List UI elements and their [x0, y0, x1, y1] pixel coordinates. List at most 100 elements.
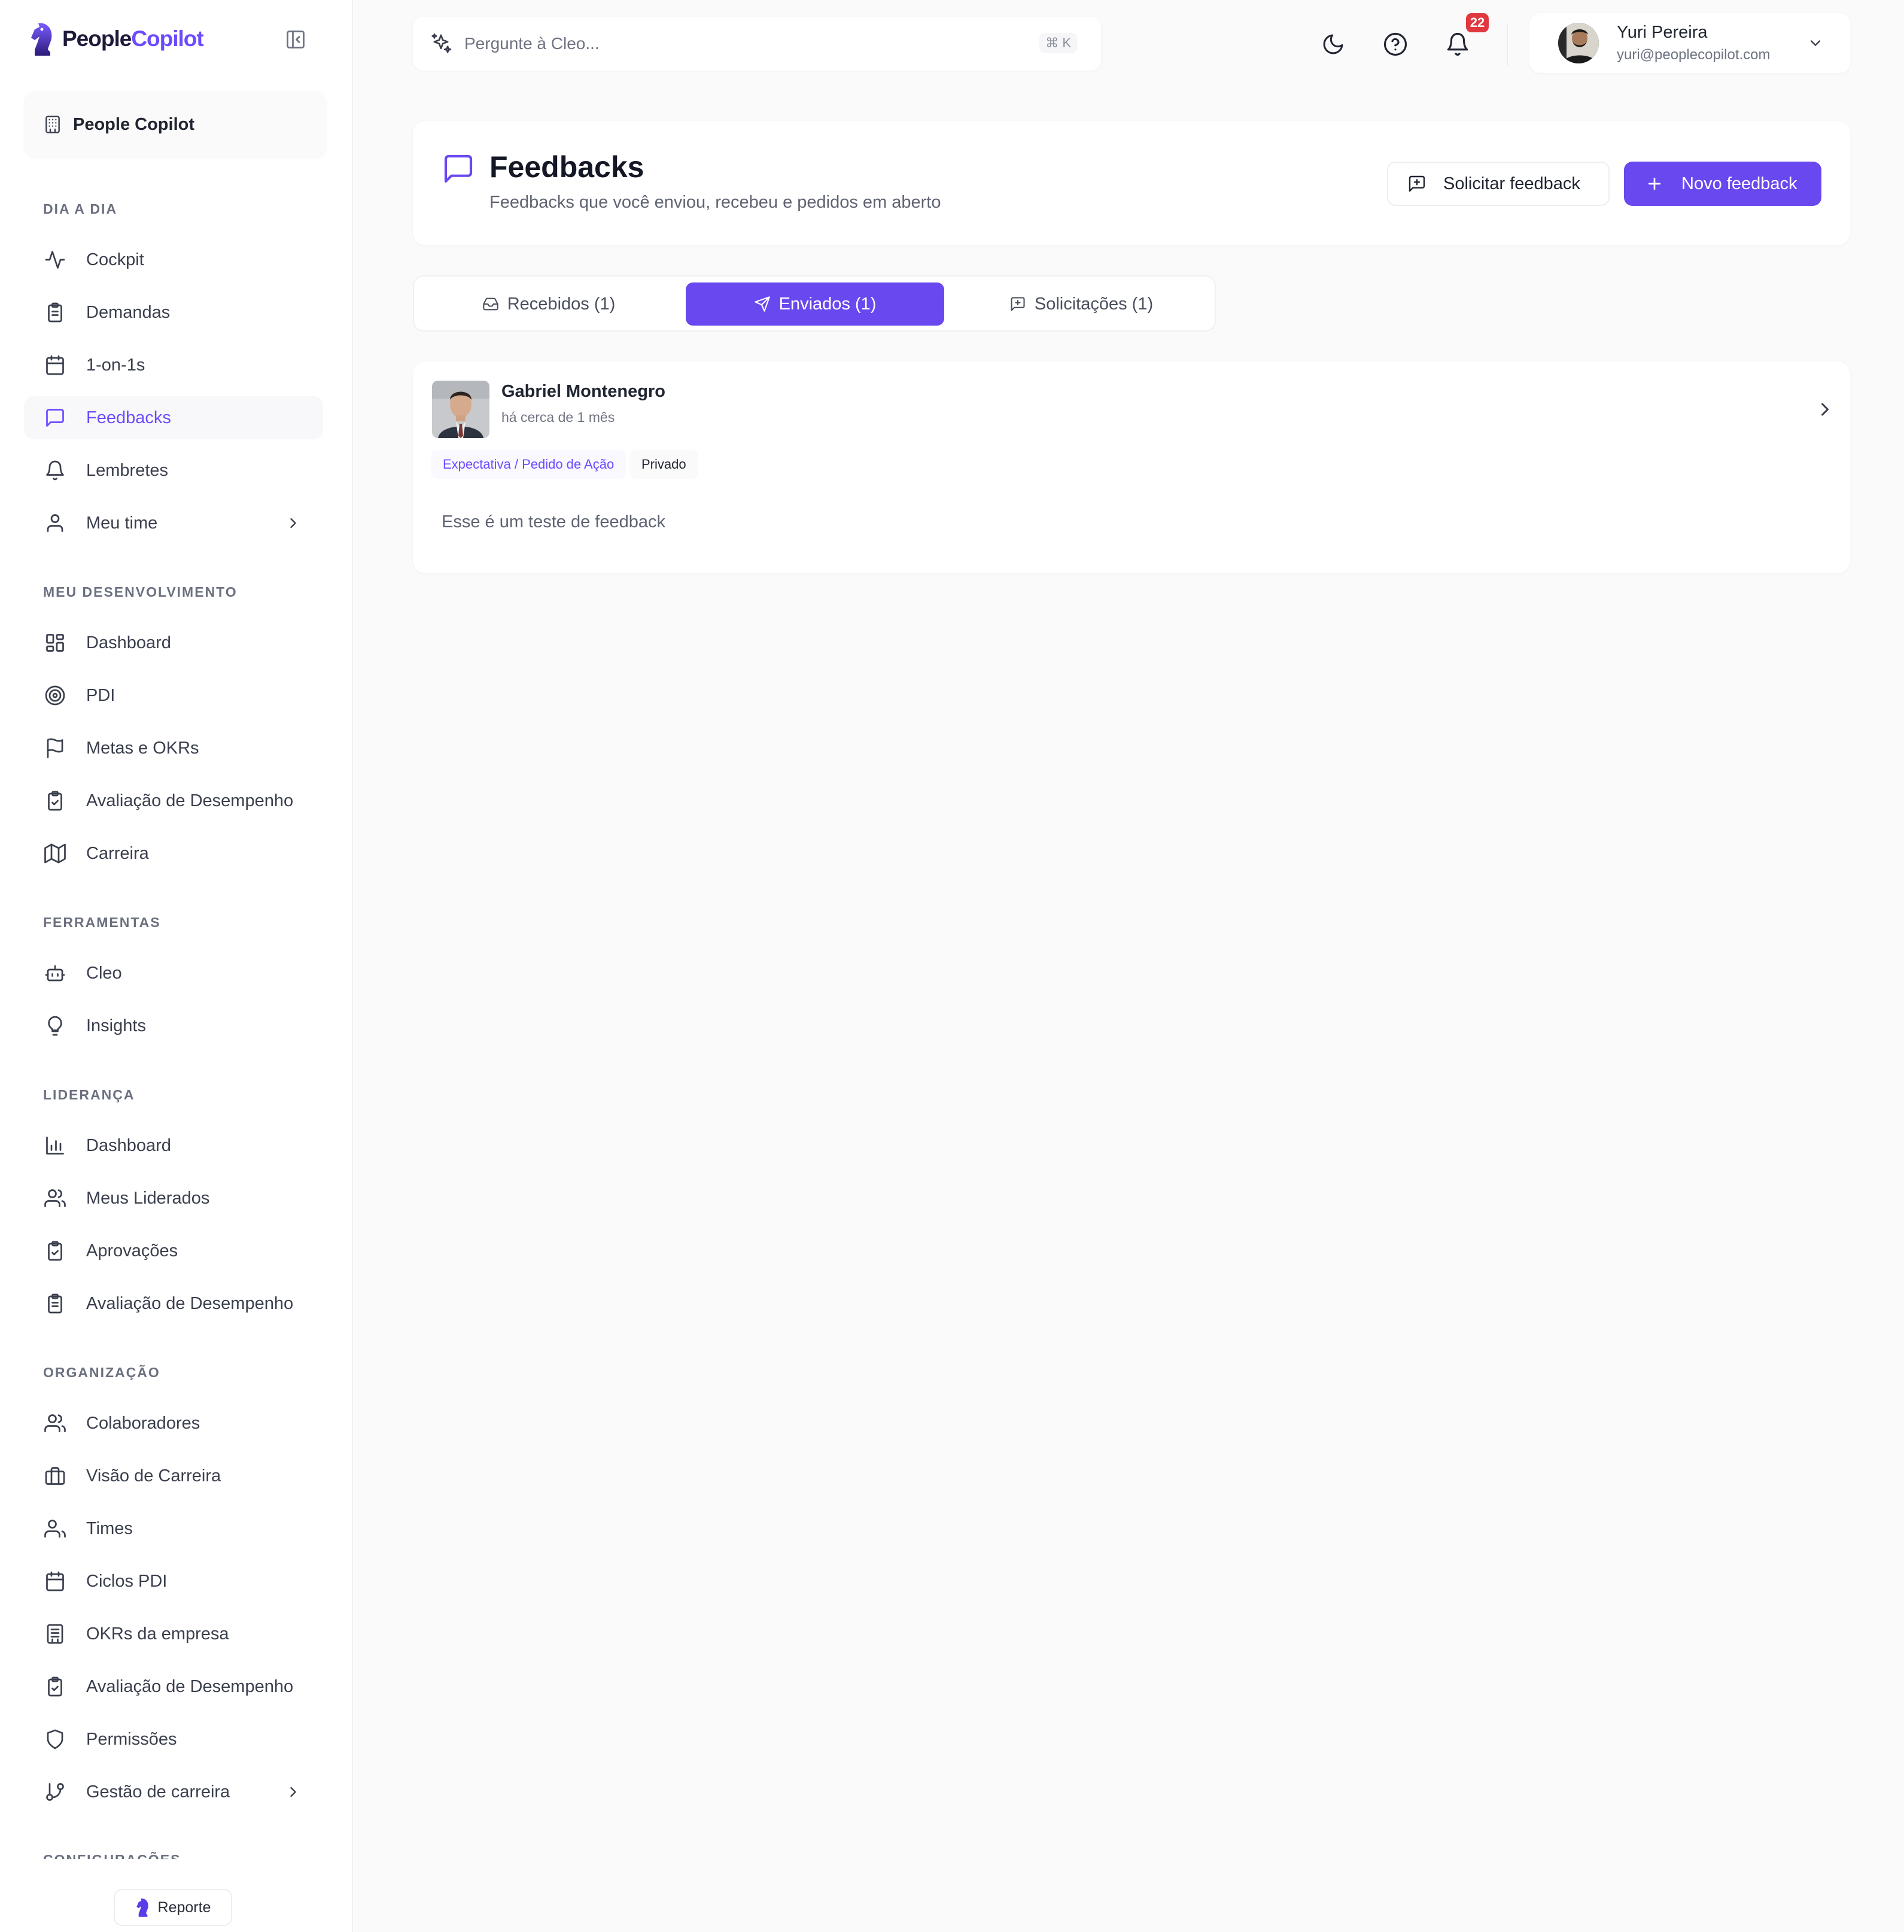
chevron-right-icon[interactable]: [1811, 395, 1839, 424]
user-email: yuri@peoplecopilot.com: [1617, 47, 1771, 63]
sidebar-item-label: Meu time: [86, 513, 158, 533]
shield-icon: [43, 1727, 67, 1751]
sidebar-item-ciclos-pdi[interactable]: Ciclos PDI: [24, 1560, 323, 1603]
users-icon: [43, 1517, 67, 1541]
building-icon: [43, 1622, 67, 1646]
sidebar-item-label: Meus Liderados: [86, 1188, 210, 1208]
section-title-dia-a-dia: DIA A DIA: [43, 201, 118, 217]
page-subtitle: Feedbacks que você enviou, recebeu e ped…: [489, 193, 941, 212]
organization-selector[interactable]: People Copilot: [24, 91, 327, 158]
collapse-sidebar-button[interactable]: [281, 25, 310, 54]
sidebar-item-avaliacao-desempenho[interactable]: Avaliação de Desempenho: [24, 779, 323, 822]
flag-icon: [43, 736, 67, 760]
tab-recebidos[interactable]: Recebidos (1): [420, 282, 677, 326]
sidebar-item-demandas[interactable]: Demandas: [24, 291, 323, 334]
sidebar-item-metas-okrs[interactable]: Metas e OKRs: [24, 727, 323, 770]
sidebar-item-okrs-empresa[interactable]: OKRs da empresa: [24, 1612, 323, 1655]
sidebar-item-visao-carreira[interactable]: Visão de Carreira: [24, 1454, 323, 1497]
section-title-lideranca: LIDERANÇA: [43, 1087, 135, 1102]
tab-enviados[interactable]: Enviados (1): [686, 282, 944, 326]
feedback-text: Esse é um teste de feedback: [442, 512, 665, 531]
new-feedback-label: Novo feedback: [1681, 174, 1797, 193]
sidebar-item-meus-liderados[interactable]: Meus Liderados: [24, 1177, 323, 1220]
sidebar-item-label: Avaliação de Desempenho: [86, 791, 294, 810]
sidebar-item-lembretes[interactable]: Lembretes: [24, 449, 323, 492]
sidebar-item-carreira[interactable]: Carreira: [24, 832, 323, 875]
tab-solicitacoes[interactable]: Solicitações (1): [953, 282, 1210, 326]
sidebar-item-colaboradores[interactable]: Colaboradores: [24, 1402, 323, 1445]
help-circle-icon: [1383, 32, 1407, 56]
send-icon: [754, 296, 770, 312]
search-input[interactable]: [464, 34, 1003, 53]
notification-count-badge: 22: [1466, 13, 1489, 32]
sidebar-item-lideranca-avaliacao[interactable]: Avaliação de Desempenho: [24, 1282, 323, 1325]
sidebar-item-dashboard[interactable]: Dashboard: [24, 621, 323, 664]
request-feedback-button[interactable]: Solicitar feedback: [1387, 162, 1610, 206]
sidebar-item-times[interactable]: Times: [24, 1507, 323, 1550]
sidebar-item-cockpit[interactable]: Cockpit: [24, 238, 323, 281]
sidebar-item-label: Avaliação de Desempenho: [86, 1293, 294, 1313]
sidebar-item-meu-time[interactable]: Meu time: [24, 502, 323, 545]
moon-icon: [1323, 34, 1343, 54]
sidebar: PeopleCopilot People Copilot DIA A DIA C…: [0, 0, 353, 1932]
sidebar-item-label: Cleo: [86, 963, 122, 983]
new-feedback-button[interactable]: Novo feedback: [1624, 162, 1821, 206]
target-icon: [43, 684, 67, 707]
chevron-right-icon[interactable]: [281, 1780, 305, 1804]
sidebar-item-label: Dashboard: [86, 633, 171, 652]
sidebar-item-insights[interactable]: Insights: [24, 1004, 323, 1047]
sidebar-item-label: Gestão de carreira: [86, 1782, 230, 1802]
page-header: Feedbacks Feedbacks que você enviou, rec…: [413, 121, 1850, 245]
notifications-button[interactable]: [1441, 28, 1474, 61]
feedback-tabs: Recebidos (1) Enviados (1) Solicitações …: [413, 275, 1216, 332]
brand-logo[interactable]: PeopleCopilot: [29, 18, 204, 60]
users-icon: [43, 1186, 67, 1210]
sidebar-item-pdi[interactable]: PDI: [24, 674, 323, 717]
building-icon: [45, 116, 60, 133]
layout-dashboard-icon: [43, 631, 67, 655]
chevron-down-icon: [1803, 31, 1827, 55]
feedback-card[interactable]: Gabriel Montenegro há cerca de 1 mês Exp…: [413, 362, 1850, 573]
sidebar-item-permissoes[interactable]: Permissões: [24, 1718, 323, 1761]
git-branch-icon: [43, 1780, 67, 1804]
cleo-search-bar[interactable]: ⌘ K: [413, 17, 1101, 71]
sidebar-item-organizacao-avaliacao[interactable]: Avaliação de Desempenho: [24, 1665, 323, 1708]
briefcase-icon: [43, 1464, 67, 1488]
tab-label: Solicitações (1): [1034, 294, 1154, 314]
sidebar-item-label: Feedbacks: [86, 408, 171, 427]
bell-icon: [1447, 33, 1468, 56]
help-button[interactable]: [1379, 28, 1412, 61]
sidebar-item-feedbacks[interactable]: Feedbacks: [24, 396, 323, 439]
sidebar-item-lideranca-dashboard[interactable]: Dashboard: [24, 1124, 323, 1167]
sidebar-item-gestao-carreira[interactable]: Gestão de carreira: [24, 1770, 323, 1813]
user-name: Yuri Pereira: [1617, 23, 1708, 42]
report-button[interactable]: Reporte: [114, 1889, 232, 1926]
sidebar-item-label: OKRs da empresa: [86, 1624, 229, 1644]
sidebar-item-label: Times: [86, 1518, 133, 1538]
chevron-right-icon[interactable]: [281, 511, 305, 535]
tab-label: Enviados (1): [778, 294, 877, 314]
organization-name: People Copilot: [73, 114, 194, 134]
chess-knight-logo-icon: [31, 23, 52, 56]
sidebar-toggle-icon: [287, 31, 305, 48]
sidebar-item-label: Colaboradores: [86, 1413, 200, 1433]
feedback-recipient-name: Gabriel Montenegro: [501, 382, 665, 401]
clipboard-check-icon: [43, 789, 67, 813]
sidebar-item-cleo[interactable]: Cleo: [24, 952, 323, 995]
user-menu[interactable]: Yuri Pereira yuri@peoplecopilot.com: [1529, 13, 1850, 73]
lightbulb-icon: [43, 1014, 67, 1038]
section-title-configuracoes: CONFIGURAÇÕES: [43, 1852, 181, 1867]
request-feedback-label: Solicitar feedback: [1443, 174, 1580, 193]
sidebar-item-label: Aprovações: [86, 1241, 178, 1260]
avatar: [1558, 23, 1599, 63]
chess-knight-logo-icon: [136, 1898, 148, 1917]
avatar: [432, 381, 489, 438]
theme-toggle-button[interactable]: [1316, 28, 1350, 61]
sidebar-item-1-on-1s[interactable]: 1-on-1s: [24, 344, 323, 387]
sparkles-icon: [431, 33, 452, 53]
feedback-visibility-badge: Privado: [629, 450, 698, 479]
message-square-plus-icon: [1409, 175, 1425, 192]
sidebar-item-aprovacoes[interactable]: Aprovações: [24, 1229, 323, 1272]
clipboard-check-icon: [43, 1239, 67, 1263]
brand-name: PeopleCopilot: [62, 26, 204, 51]
